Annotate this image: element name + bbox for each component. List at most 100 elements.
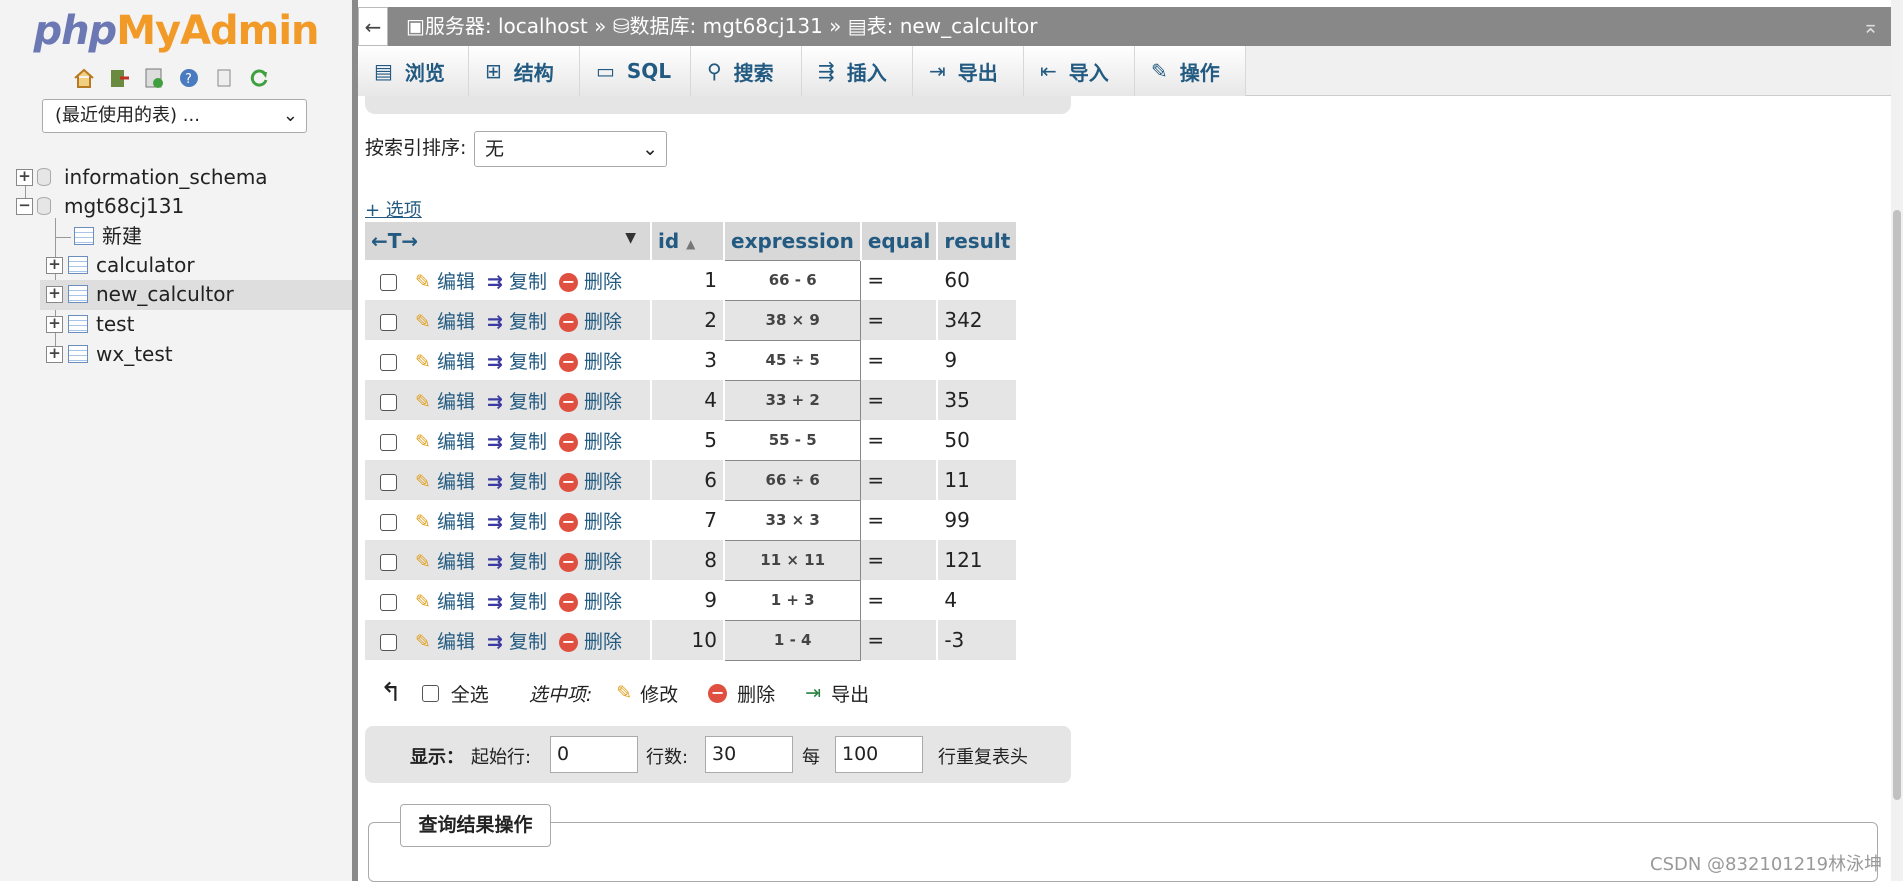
cell-result[interactable]: 50 [937,420,1019,460]
home-icon[interactable] [72,66,96,90]
cell-equal[interactable]: = [860,460,939,500]
copy-link[interactable]: 复制 [509,471,547,493]
row-checkbox[interactable] [380,273,397,291]
cell-expression[interactable]: 33 × 3 [723,499,862,541]
cell-id[interactable]: 2 [651,300,725,340]
cell-id[interactable]: 3 [651,340,725,380]
row-checkbox[interactable] [380,633,397,651]
copy-link[interactable]: 复制 [509,511,547,533]
delete-link[interactable]: 删除 [584,551,622,573]
recent-tables-select[interactable]: (最近使用的表) ... ⌄ [42,99,307,133]
tab-sql[interactable]: ▭ SQL [580,46,691,96]
cell-result[interactable]: 9 [937,340,1019,380]
select-all-checkbox[interactable] [421,684,439,702]
cell-result[interactable]: 99 [937,500,1019,540]
tab-browse[interactable]: ▤ 浏览 [358,46,469,96]
cell-expression[interactable]: 38 × 9 [723,299,862,341]
delete-link[interactable]: 删除 [584,431,622,453]
expand-icon[interactable]: + [46,315,63,333]
select-all-label[interactable]: 全选 [451,680,489,707]
panel-splitter[interactable] [352,0,358,881]
cell-result[interactable]: 4 [937,580,1019,620]
cell-expression[interactable]: 66 ÷ 6 [723,459,862,501]
cell-result[interactable]: -3 [937,620,1019,660]
cell-equal[interactable]: = [860,340,939,380]
tab-structure[interactable]: ⊞ 结构 [469,46,580,96]
cell-result[interactable]: 342 [937,300,1019,340]
row-checkbox[interactable] [380,593,397,611]
copy-link[interactable]: 复制 [509,591,547,613]
delete-link[interactable]: 删除 [584,511,622,533]
tree-db-mgt68cj131[interactable]: − mgt68cj131 [16,192,184,220]
cell-equal[interactable]: = [860,420,939,460]
delete-link[interactable]: 删除 [584,351,622,373]
cell-id[interactable]: 4 [651,380,725,420]
tree-table-test[interactable]: + test [46,310,134,338]
breadcrumb-table[interactable]: 表: new_calcultor [867,14,1038,38]
copy-link[interactable]: 复制 [509,351,547,373]
row-checkbox[interactable] [380,553,397,571]
copy-link[interactable]: 复制 [509,311,547,333]
collapse-header-icon[interactable]: ⌅ [1862,7,1879,46]
cell-id[interactable]: 1 [651,260,725,300]
copy-link[interactable]: 复制 [509,551,547,573]
column-header-result[interactable]: result [937,222,1019,260]
options-link[interactable]: + 选项 [365,196,422,222]
column-header-equal[interactable]: equal [860,222,939,260]
breadcrumb-server[interactable]: 服务器: localhost » [425,14,606,38]
tree-db-information-schema[interactable]: + information_schema [16,163,268,191]
delete-link[interactable]: 删除 [584,391,622,413]
sort-dropdown-icon[interactable]: ▼ [625,230,636,246]
delete-link[interactable]: 删除 [584,271,622,293]
edit-link[interactable]: 编辑 [437,351,475,373]
cell-id[interactable]: 6 [651,460,725,500]
documentation-icon[interactable] [212,66,236,90]
cell-id[interactable]: 8 [651,540,725,580]
logout-icon[interactable] [107,66,131,90]
row-checkbox[interactable] [380,353,397,371]
cell-id[interactable]: 10 [651,620,725,660]
expand-icon[interactable]: + [46,345,63,363]
delete-link[interactable]: 删除 [584,311,622,333]
row-checkbox[interactable] [380,513,397,531]
cell-expression[interactable]: 55 - 5 [723,419,862,461]
tree-table-wx-test[interactable]: + wx_test [46,340,173,368]
bulk-edit-button[interactable]: 修改 [640,680,678,707]
tab-import[interactable]: ⇤ 导入 [1024,46,1135,96]
tab-export[interactable]: ⇥ 导出 [913,46,1024,96]
tree-table-new-calcultor[interactable]: + new_calcultor [46,280,234,308]
edit-link[interactable]: 编辑 [437,471,475,493]
cell-result[interactable]: 121 [937,540,1019,580]
cell-expression[interactable]: 45 ÷ 5 [723,339,862,381]
breadcrumb-database[interactable]: 数据库: mgt68cj131 » [630,14,842,38]
copy-link[interactable]: 复制 [509,391,547,413]
column-resize-arrows[interactable]: ←T→ [371,229,418,253]
phpmyadmin-logo[interactable]: phpMyAdmin [0,8,352,54]
row-checkbox[interactable] [380,313,397,331]
cell-equal[interactable]: = [860,260,939,300]
bulk-delete-button[interactable]: 删除 [737,680,775,707]
cell-id[interactable]: 5 [651,420,725,460]
column-header-expression[interactable]: expression [724,222,862,260]
column-arrows-header[interactable]: ←T→ ▼ [365,222,652,260]
column-header-id[interactable]: id ▲ [651,222,725,260]
tab-search[interactable]: ⚲ 搜索 [691,46,802,96]
edit-link[interactable]: 编辑 [437,631,475,653]
cell-expression[interactable]: 33 + 2 [723,379,862,421]
copy-link[interactable]: 复制 [509,631,547,653]
cell-expression[interactable]: 1 - 4 [723,619,862,661]
delete-link[interactable]: 删除 [584,471,622,493]
row-checkbox[interactable] [380,393,397,411]
tree-item-new[interactable]: 新建 [74,222,142,250]
delete-link[interactable]: 删除 [584,591,622,613]
cell-expression[interactable]: 66 - 6 [723,259,862,301]
row-checkbox[interactable] [380,473,397,491]
cell-id[interactable]: 7 [651,500,725,540]
cell-equal[interactable]: = [860,540,939,580]
cell-expression[interactable]: 1 + 3 [723,579,862,621]
sql-query-icon[interactable] [142,66,166,90]
help-icon[interactable]: ? [177,66,201,90]
edit-link[interactable]: 编辑 [437,311,475,333]
expand-icon[interactable]: + [46,285,63,303]
cell-equal[interactable]: = [860,500,939,540]
